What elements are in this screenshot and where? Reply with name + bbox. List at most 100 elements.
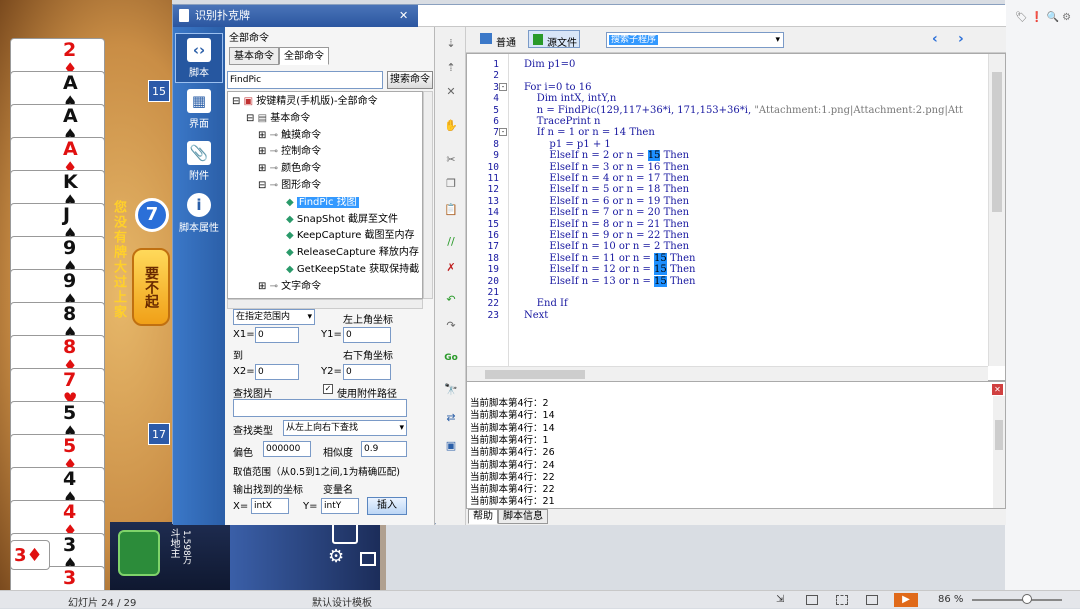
tab-all-commands[interactable]: 全部命令 [279,47,329,65]
code-line[interactable]: ElseIf n = 7 or n = 20 Then [524,207,689,218]
code-line[interactable]: If n = 1 or n = 14 Then [524,127,655,138]
goto-icon[interactable]: Go [444,351,458,365]
settings-gear-icon[interactable]: ⚙ [328,546,344,567]
code-line[interactable]: ElseIf n = 4 or n = 17 Then [524,173,689,184]
redo-icon[interactable]: ↷ [444,319,458,333]
code-line[interactable]: For i=0 to 16 [524,82,591,93]
x2-input[interactable]: 0 [255,364,299,380]
close-output-icon[interactable]: ✕ [992,384,1003,395]
code-line[interactable]: ElseIf n = 3 or n = 16 Then [524,162,689,173]
output-vscroll-thumb[interactable] [995,420,1003,450]
delete-icon[interactable]: ✕ [444,85,458,99]
code-line[interactable]: ElseIf n = 9 or n = 22 Then [524,230,689,241]
tree-node[interactable]: ⊞ ⊸ 触摸命令 [258,128,321,144]
tree-hscroll[interactable] [227,299,423,309]
code-line[interactable]: ElseIf n = 5 or n = 18 Then [524,184,689,195]
sorter-view-icon[interactable] [836,595,848,605]
tree-node[interactable]: ⊞ ⊸ 控制命令 [258,144,321,160]
editor-hscroll[interactable] [467,366,988,382]
normal-view-icon[interactable] [806,595,818,605]
code-line[interactable]: End If [524,298,568,309]
similarity-input[interactable]: 0.9 [361,441,407,457]
nav-script[interactable]: ‹› 脚本 [175,33,223,83]
tab-script-info[interactable]: 脚本信息 [498,509,548,524]
code-line[interactable]: n = FindPic(129,117+36*i, 171,153+36*i, … [524,105,963,116]
x1-input[interactable]: 0 [255,327,299,343]
code-line[interactable]: ElseIf n = 10 or n = 2 Then [524,241,689,252]
code-line[interactable]: ElseIf n = 8 or n = 21 Then [524,219,689,230]
expand-icon[interactable]: ⊟ [258,180,266,191]
expand-icon[interactable]: ⊞ [258,130,266,141]
nav-attachment[interactable]: 📎 附件 [175,137,223,187]
replace-icon[interactable]: ⇄ [444,411,458,425]
code-line[interactable]: Dim p1=0 [524,59,575,70]
search-command-button[interactable]: 搜索命令 [387,71,433,89]
nav-ui[interactable]: ▦ 界面 [175,85,223,135]
comment-icon[interactable]: // [444,235,458,249]
task-icon[interactable] [118,530,160,576]
picture-path-input[interactable] [233,399,407,417]
find-icon[interactable]: 🔭 [444,383,458,397]
insert-button[interactable]: 插入 [367,497,407,515]
paste-icon[interactable]: 📋 [444,203,458,217]
copy-icon[interactable]: ❐ [444,177,458,191]
code-line[interactable]: Next [524,310,548,321]
color-offset-input[interactable]: 000000 [263,441,311,457]
code-line[interactable]: Dim intX, intY,n [524,93,617,104]
tree-node[interactable]: ⊞ ⊸ 文字命令 [258,279,321,295]
expand-icon[interactable]: ⊞ [258,163,266,174]
code-line[interactable]: ElseIf n = 13 or n = 15 Then [524,275,695,287]
code-line[interactable]: ElseIf n = 2 or n = 15 Then [524,150,689,162]
tree-node[interactable]: ⊞ ⊸ 颜色命令 [258,161,321,177]
tab-basic-commands[interactable]: 基本命令 [229,47,279,65]
last-hand-card[interactable]: 3♦ [10,540,50,570]
uncomment-icon[interactable]: ✗ [444,261,458,275]
close-icon[interactable]: ✕ [399,5,408,27]
editor-vscroll[interactable] [988,54,1005,366]
tree-node[interactable]: ◆ KeepCapture 截图至内存 [286,228,415,244]
play-icon[interactable]: ▶ [894,593,918,607]
code-line[interactable]: ElseIf n = 6 or n = 19 Then [524,196,689,207]
notes-icon[interactable]: ⇲ [776,594,784,605]
tree-vscroll[interactable] [423,91,433,299]
expand-icon[interactable]: ⊞ [258,281,266,292]
code-editor[interactable]: 1 2 3 4 5 6 7 8 9 10 11 12 13 14 15 16 17 18 19 20 21 22 23- - … [466,53,1006,382]
use-attachment-checkbox[interactable]: ✓ [323,384,333,394]
subroutine-search-select[interactable]: 搜索子程序 ▾ [606,32,784,48]
source-mode-tab[interactable]: 源文件 [528,30,580,49]
zoom-slider-thumb[interactable] [1022,594,1032,604]
nav-script-properties[interactable]: i 脚本属性 [175,189,223,239]
zoom-slider[interactable] [972,599,1062,601]
fold-icon[interactable]: - [499,82,507,91]
tree-node[interactable]: ⊟ ▤ 基本命令 [246,111,310,127]
y2-input[interactable]: 0 [343,364,391,380]
undo-icon[interactable]: ↶ [444,293,458,307]
normal-mode-tab[interactable]: 普通 [496,34,516,49]
expand-icon[interactable]: ⊟ [246,113,254,124]
x-var-input[interactable]: intX [251,498,289,514]
tree-node[interactable]: ◆ FindPic 找图 [286,195,359,211]
cut-icon[interactable]: ✂ [444,153,458,167]
expand-icon[interactable]: ⊞ [258,146,266,157]
tree-node[interactable]: ⊟ ▣ 按键精灵(手机版)-全部命令 [232,94,378,110]
expand-icon[interactable]: ⊟ [232,96,240,107]
pass-button[interactable]: 要不起 [132,248,170,326]
reading-view-icon[interactable] [866,595,878,605]
tab-help[interactable]: 帮助 [468,509,498,524]
prev-arrow-icon[interactable]: ‹ [932,31,938,47]
tree-node[interactable]: ⊟ ⊸ 图形命令 [258,178,321,194]
code-line[interactable]: ElseIf n = 11 or n = 15 Then [524,252,695,264]
y-var-input[interactable]: intY [321,498,359,514]
window-icon[interactable] [360,552,376,566]
output-vscroll[interactable] [993,396,1005,508]
fold-icon[interactable]: - [499,128,507,137]
arrow-down-icon[interactable]: ⇣ [444,37,458,51]
next-arrow-icon[interactable]: › [958,31,964,47]
hand-icon[interactable]: ✋ [444,119,458,133]
tree-node[interactable]: ◆ SnapShot 截屏至文件 [286,212,398,228]
code-line[interactable]: p1 = p1 + 1 [524,139,610,150]
editor-vscroll-thumb[interactable] [992,72,1002,212]
tree-node[interactable]: ◆ ReleaseCapture 释放内存 [286,245,419,261]
share-icon[interactable] [332,522,358,544]
find-type-select[interactable]: 从左上向右下查找 ▾ [283,420,407,436]
